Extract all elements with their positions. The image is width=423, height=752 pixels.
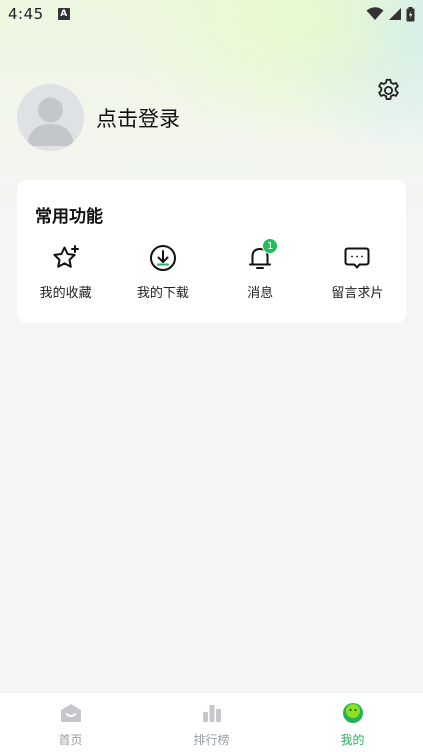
status-bar: 4:45 A (0, 0, 423, 28)
chat-bubble-icon (342, 243, 372, 273)
gear-icon (377, 78, 399, 100)
battery-icon (406, 6, 415, 21)
login-prompt[interactable]: 点击登录 (96, 103, 180, 133)
ranking-icon (201, 702, 223, 724)
login-area[interactable]: 点击登录 (17, 84, 180, 151)
signal-icon (389, 8, 401, 20)
profile-face-icon (342, 702, 364, 724)
downloads-button[interactable]: 我的下载 (114, 243, 211, 301)
favorites-label: 我的收藏 (39, 286, 92, 301)
nav-home[interactable]: 首页 (0, 693, 141, 752)
request-movie-button[interactable]: 留言求片 (309, 243, 406, 301)
function-grid: 我的收藏 我的下载 1 消息 留言求片 (17, 238, 406, 301)
star-plus-icon (51, 243, 81, 273)
default-user-icon (27, 97, 74, 146)
nav-ranking[interactable]: 排行榜 (141, 693, 282, 752)
favorites-button[interactable]: 我的收藏 (17, 243, 114, 301)
messages-label: 消息 (247, 286, 274, 301)
message-count-badge: 1 (262, 238, 279, 254)
common-functions-card: 常用功能 我的收藏 我的下载 1 消息 留言求片 (17, 180, 406, 323)
home-icon (60, 702, 82, 724)
bottom-navigation: 首页 排行榜 我的 (0, 692, 423, 752)
wifi-icon (366, 7, 384, 20)
request-movie-label: 留言求片 (331, 286, 384, 301)
status-icons (366, 6, 415, 22)
nav-mine[interactable]: 我的 (282, 693, 423, 752)
notification-a-icon: A (57, 8, 70, 20)
nav-home-label: 首页 (58, 733, 83, 747)
status-time: 4:45 (8, 5, 44, 23)
card-title: 常用功能 (35, 207, 103, 227)
download-icon (148, 243, 178, 273)
avatar[interactable] (17, 84, 84, 151)
bell-icon: 1 (245, 238, 279, 273)
nav-ranking-label: 排行榜 (193, 733, 230, 747)
nav-mine-label: 我的 (340, 733, 365, 747)
messages-button[interactable]: 1 消息 (212, 238, 309, 301)
settings-button[interactable] (374, 76, 402, 104)
downloads-label: 我的下载 (136, 286, 189, 301)
